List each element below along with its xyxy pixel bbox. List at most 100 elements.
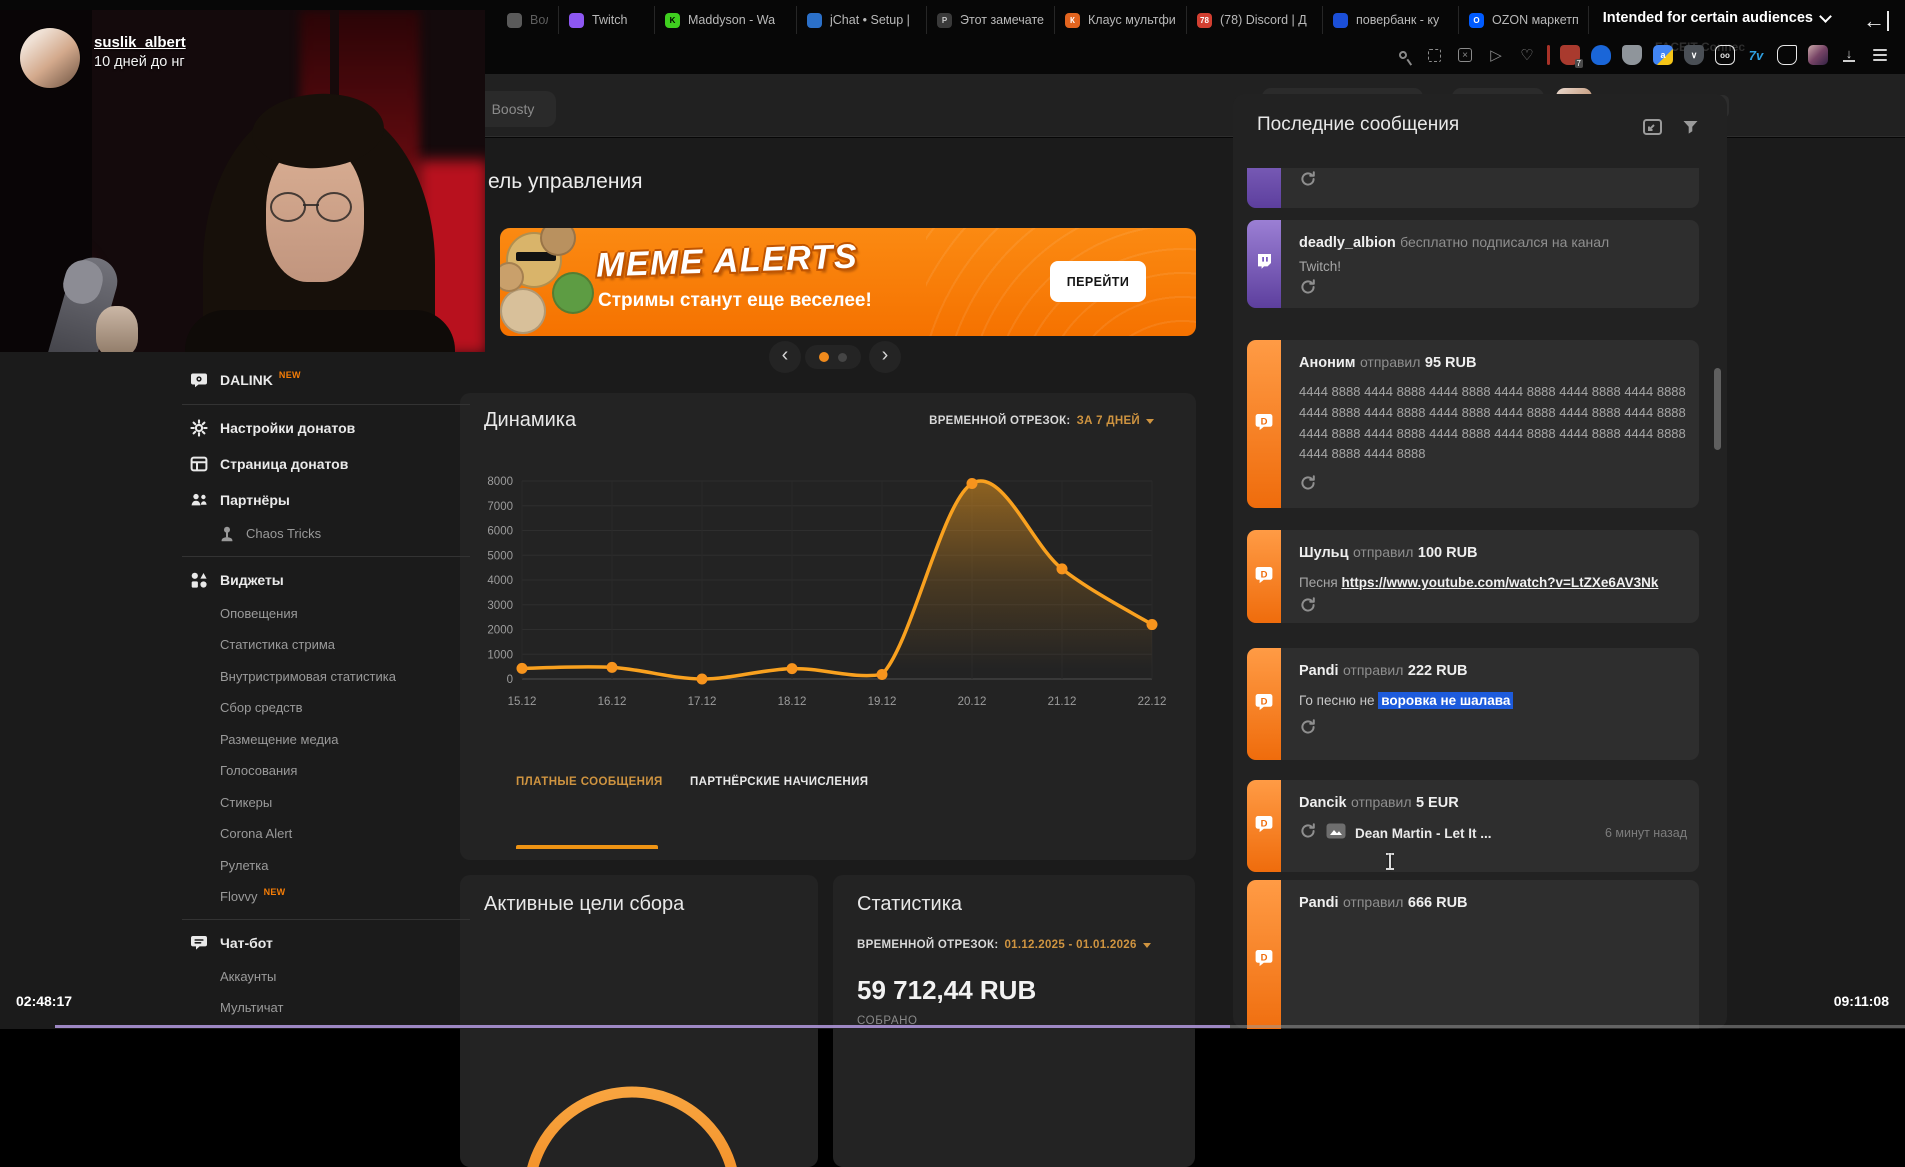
goals-title: Активные цели сбора	[484, 893, 685, 915]
sidebar-item-виджеты[interactable]: Виджеты	[170, 562, 470, 598]
pin-icon[interactable]	[1392, 44, 1414, 66]
sidebar-item-партнёры[interactable]: Партнёры	[170, 482, 470, 518]
refresh-button[interactable]	[1299, 170, 1317, 193]
browser-tab[interactable]: повербанк - ку	[1323, 6, 1459, 34]
tab-partner-accruals[interactable]: ПАРТНЁРСКИЕ НАЧИСЛЕНИЯ	[690, 776, 868, 788]
chart-data-point[interactable]	[696, 673, 708, 685]
browser-tab[interactable]: Twitch	[559, 6, 655, 34]
shield-dark-icon[interactable]: ∨	[1683, 44, 1705, 66]
sender-name: Аноним	[1299, 355, 1356, 371]
browser-tab[interactable]: Волна	[497, 6, 559, 34]
message-card[interactable]	[1247, 168, 1699, 208]
play-icon[interactable]: ▷	[1485, 44, 1507, 66]
meme-alerts-banner[interactable]: MEME ALERTS Стримы станут еще веселее! П…	[500, 228, 1196, 336]
shield-red-icon[interactable]: 7	[1559, 44, 1583, 68]
browser-tab[interactable]: 78 (78) Discord | Д	[1187, 6, 1323, 34]
sidebar-item-внутристримовая-статистика[interactable]: Внутристримовая статистика	[170, 661, 470, 693]
sliders-icon[interactable]	[1869, 44, 1891, 66]
sidebar-item-голосования[interactable]: Голосования	[170, 755, 470, 787]
shield-grey-icon[interactable]	[1621, 44, 1643, 66]
profile-photo-icon[interactable]	[1807, 44, 1829, 66]
message-card[interactable]: D Аноним отправил 95 RUB 4444 8888 4444 88…	[1247, 340, 1699, 508]
sidebar-item-сбор-средств[interactable]: Сбор средств	[170, 692, 470, 724]
browser-tab[interactable]: K Maddyson - Wa	[655, 6, 797, 34]
banner-go-button[interactable]: ПЕРЕЙТИ	[1050, 261, 1146, 302]
browser-tab[interactable]: Р Этот замечате	[927, 6, 1055, 34]
refresh-button[interactable]	[1299, 822, 1317, 845]
sidebar-item-оповещения[interactable]: Оповещения	[170, 598, 470, 630]
refresh-icon[interactable]	[1299, 596, 1317, 614]
sidebar-item-страница-донатов[interactable]: Страница донатов	[170, 446, 470, 482]
chart-data-point[interactable]	[516, 662, 528, 674]
refresh-button[interactable]	[1299, 718, 1317, 741]
sidebar-item-статистика-стрима[interactable]: Статистика стрима	[170, 629, 470, 661]
heart-icon[interactable]: ♡	[1516, 44, 1538, 66]
back-arrow-icon[interactable]: ←	[1863, 8, 1889, 34]
youtube-link[interactable]: https://www.youtube.com/watch?v=LtZXe6AV…	[1341, 575, 1658, 590]
refresh-button[interactable]	[1299, 596, 1317, 619]
browser-tab[interactable]: К Клаус мультфи	[1055, 6, 1187, 34]
audience-label[interactable]: Intended for certain audiences	[1603, 9, 1832, 26]
message-card[interactable]: D Dancik отправил 5 EUR Dean Martin - Let …	[1247, 780, 1699, 872]
refresh-icon[interactable]	[1299, 170, 1317, 188]
chart-data-point[interactable]	[966, 477, 978, 489]
period-value: 01.12.2025 - 01.01.2026	[1004, 939, 1137, 951]
message-card[interactable]: D Pandi отправил 666 RUB	[1247, 880, 1699, 1029]
scrollbar-thumb[interactable]	[1714, 368, 1721, 450]
sidebar-item-аккаунты[interactable]: Аккаунты	[170, 961, 470, 993]
dynamics-line-chart: 0 1000 2000 3000 4000 5000 6000 7000 8000 15.12 16…	[487, 476, 1167, 708]
refresh-icon[interactable]	[1299, 822, 1317, 840]
refresh-icon[interactable]	[1299, 718, 1317, 736]
download-icon[interactable]: ↓	[1838, 44, 1860, 66]
chart-data-point[interactable]	[876, 669, 888, 681]
chart-data-point[interactable]	[1146, 619, 1158, 631]
sidebar-item-dalink[interactable]: DALINK NEW	[170, 362, 470, 398]
sidebar-item-рулетка[interactable]: Рулетка	[170, 850, 470, 882]
chart-data-point[interactable]	[606, 661, 618, 673]
refresh-icon[interactable]	[1299, 278, 1317, 296]
refresh-icon[interactable]	[1299, 474, 1317, 492]
stats-period-select[interactable]: ВРЕМЕННОЙ ОТРЕЗОК: 01.12.2025 - 01.01.20…	[857, 939, 1151, 951]
sidebar-item-flovvy[interactable]: Flovvy NEW	[170, 881, 470, 913]
carousel-dots[interactable]	[805, 345, 861, 369]
svg-text:19.12: 19.12	[868, 696, 897, 708]
carousel-prev-button[interactable]: ‹	[769, 341, 801, 373]
chart-data-point[interactable]	[786, 663, 798, 675]
tab-favicon: K	[665, 12, 680, 28]
puzzle-icon[interactable]	[1776, 44, 1798, 66]
message-card[interactable]: deadly_albion бесплатно подписался на ка…	[1247, 220, 1699, 308]
ribbon-blue-icon[interactable]	[1590, 44, 1612, 66]
sidebar-item-chaos-tricks[interactable]: Chaos Tricks	[170, 518, 470, 550]
refresh-button[interactable]	[1299, 474, 1317, 497]
sidebar-item-размещение-медиа[interactable]: Размещение медиа	[170, 724, 470, 756]
translate-icon[interactable]: а	[1652, 44, 1674, 66]
svg-text:22.12: 22.12	[1138, 696, 1167, 708]
stats-amount: 59 712,44 RUB	[857, 975, 1037, 1005]
browser-tab[interactable]: O OZON маркетп	[1459, 6, 1589, 34]
sidebar-item-стикеры[interactable]: Стикеры	[170, 787, 470, 819]
oo-badge-icon[interactable]: oo	[1714, 44, 1736, 66]
close-box-icon[interactable]: ×	[1454, 44, 1476, 66]
carousel-next-button[interactable]: ›	[869, 341, 901, 373]
message-card[interactable]: D Pandi отправил 222 RUB Го песню не воров…	[1247, 648, 1699, 760]
filter-button[interactable]	[1682, 119, 1699, 140]
tab-paid-messages[interactable]: ПЛАТНЫЕ СООБЩЕНИЯ	[516, 776, 663, 788]
joystick-icon	[218, 525, 236, 543]
sidebar-item-чат-бот[interactable]: Чат-бот	[170, 925, 470, 961]
refresh-button[interactable]	[1299, 278, 1317, 301]
message-card[interactable]: D Шульц отправил 100 RUB Песня https://www…	[1247, 530, 1699, 623]
messages-list[interactable]: deadly_albion бесплатно подписался на ка…	[1247, 168, 1699, 1029]
popout-button[interactable]	[1642, 118, 1663, 142]
browser-tab[interactable]: jChat • Setup |	[797, 6, 927, 34]
carousel-dot[interactable]	[838, 352, 847, 362]
sidebar-item-мультичат[interactable]: Мультичат	[170, 992, 470, 1024]
wave-blue-icon[interactable]: 7v	[1745, 44, 1767, 66]
chevron-down-icon	[1142, 942, 1151, 948]
chart-data-point[interactable]	[1056, 563, 1068, 575]
selection-box-icon[interactable]	[1423, 44, 1445, 66]
chart-period-select[interactable]: ВРЕМЕННОЙ ОТРЕЗОК: ЗА 7 ДНЕЙ	[929, 415, 1154, 427]
sidebar-item-label: Стикеры	[220, 794, 273, 810]
sidebar-item-corona-alert[interactable]: Corona Alert	[170, 818, 470, 850]
carousel-dot-active[interactable]	[819, 352, 829, 362]
sidebar-item-настройки-донатов[interactable]: Настройки донатов	[170, 410, 470, 446]
